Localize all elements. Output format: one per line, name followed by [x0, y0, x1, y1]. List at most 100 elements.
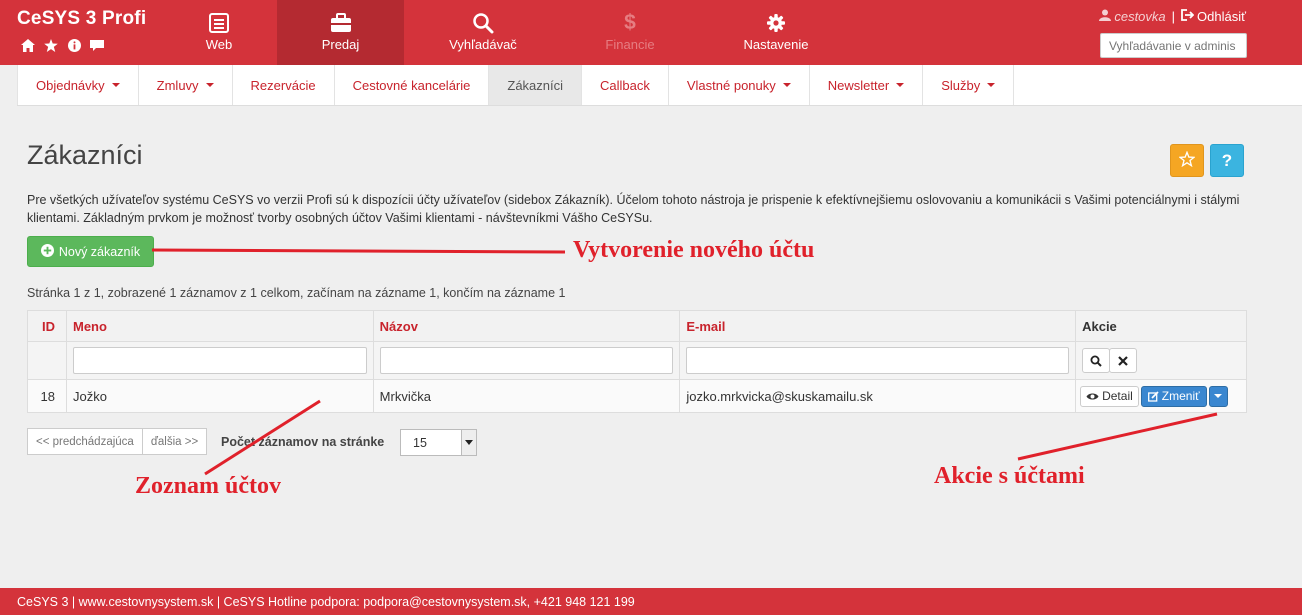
user-separator: |	[1171, 9, 1176, 24]
annotation-account-list: Zoznam účtov	[135, 473, 281, 499]
brand-title[interactable]: CeSYS 3 Profi	[17, 8, 146, 30]
annotation-line-new-account	[151, 248, 566, 254]
prev-page-button[interactable]: << predchádzajúca	[27, 428, 143, 455]
column-header-nazov[interactable]: Názov	[372, 310, 681, 342]
logout-link[interactable]: Odhlásiť	[1197, 9, 1246, 24]
edit-button[interactable]: Zmeniť	[1140, 385, 1207, 407]
nav-vyhladavac-label: Vyhľadávač	[449, 37, 517, 52]
subnav-objednavky-label: Objednávky	[36, 77, 105, 93]
per-page-select[interactable]: 15	[400, 429, 477, 456]
chevron-down-icon	[461, 430, 476, 455]
nav-financie-label: Financie	[605, 37, 655, 52]
subnav-callback[interactable]: Callback	[582, 65, 669, 105]
per-page-label: Počet záznamov na stránke	[221, 435, 385, 449]
search-icon	[1090, 355, 1102, 367]
next-page-button[interactable]: ďalšia >>	[142, 428, 208, 455]
filter-cell-actions	[1075, 341, 1247, 380]
column-header-email[interactable]: E-mail	[679, 310, 1077, 342]
column-header-akcie: Akcie	[1075, 310, 1247, 342]
nav-predaj-label: Predaj	[321, 37, 360, 52]
subnav-zakaznici-label: Zákazníci	[507, 77, 564, 93]
annotation-line-account-actions	[1017, 412, 1218, 461]
nav-web[interactable]: Web	[170, 0, 268, 65]
chevron-down-icon	[987, 83, 996, 87]
edit-icon	[1147, 390, 1159, 402]
filter-cell-id	[27, 341, 67, 380]
star-icon[interactable]	[44, 38, 58, 52]
annotation-account-actions: Akcie s účtami	[934, 463, 1085, 489]
list-icon	[208, 12, 230, 34]
eye-icon	[1086, 393, 1099, 399]
filter-nazov-input[interactable]	[379, 347, 674, 374]
comment-icon[interactable]	[90, 38, 104, 52]
cell-actions: Detail Zmeniť	[1075, 379, 1247, 413]
subnav-vlastne-ponuky-label: Vlastné ponuky	[686, 77, 776, 93]
actions-dropdown-button[interactable]	[1208, 385, 1228, 407]
subnav-newsletter-label: Newsletter	[827, 77, 890, 93]
filter-email-input[interactable]	[686, 347, 1070, 374]
column-header-meno[interactable]: Meno	[65, 310, 374, 342]
filter-meno-input[interactable]	[72, 347, 367, 374]
cell-id: 18	[27, 379, 67, 413]
gear-icon	[765, 12, 787, 34]
briefcase-icon	[330, 12, 352, 34]
nav-nastavenie-label: Nastavenie	[743, 37, 809, 52]
filter-cell-nazov	[372, 341, 681, 380]
logout-icon	[1181, 9, 1195, 24]
column-header-id[interactable]: ID	[27, 310, 67, 342]
filter-cell-email	[679, 341, 1077, 380]
subnav-sluzby[interactable]: Služby	[923, 65, 1015, 105]
cell-nazov: Mrkvička	[372, 379, 681, 413]
home-icon[interactable]	[21, 38, 35, 52]
intro-text: Pre všetkých užívateľov systému CeSYS vo…	[27, 193, 1240, 225]
chevron-down-icon	[111, 83, 120, 87]
nav-nastavenie[interactable]: Nastavenie	[736, 0, 816, 65]
filter-row	[27, 341, 1247, 380]
nav-financie: $ Financie	[590, 0, 670, 65]
subnav-sluzby-label: Služby	[941, 77, 981, 93]
chevron-down-icon	[205, 83, 214, 87]
subnav-zakaznici[interactable]: Zákazníci	[489, 65, 583, 105]
cell-email: jozko.mrkvicka@skuskamailu.sk	[679, 379, 1077, 413]
footer-text: CeSYS 3 | www.cestovnysystem.sk | CeSYS …	[17, 594, 635, 609]
subnav-cestovne-kancelarie-label: Cestovné kancelárie	[352, 77, 471, 93]
favorite-button[interactable]	[1170, 144, 1204, 177]
table-header-row: ID Meno Názov E-mail Akcie	[27, 310, 1247, 342]
new-customer-button[interactable]: Nový zákazník	[27, 236, 154, 267]
admin-search-input[interactable]	[1100, 33, 1247, 58]
user-name-link[interactable]: cestovka	[1114, 9, 1165, 24]
nav-vyhladavac[interactable]: Vyhľadávač	[433, 0, 533, 65]
top-header: CeSYS 3 Profi Web Predaj Vyhľadávač $ Fi…	[0, 0, 1302, 65]
sub-navigation: Objednávky Zmluvy Rezervácie Cestovné ka…	[17, 65, 1302, 106]
info-icon[interactable]	[67, 38, 81, 52]
filter-clear-button[interactable]	[1109, 348, 1138, 373]
annotation-new-account: Vytvorenie nového účtu	[573, 237, 815, 263]
filter-cell-meno	[65, 341, 374, 380]
subnav-vlastne-ponuky[interactable]: Vlastné ponuky	[669, 65, 810, 105]
search-icon	[472, 12, 494, 34]
new-customer-label: Nový zákazník	[58, 244, 141, 259]
filter-search-button[interactable]	[1082, 348, 1111, 373]
subnav-cestovne-kancelarie[interactable]: Cestovné kancelárie	[335, 65, 490, 105]
chevron-down-icon	[782, 83, 791, 87]
per-page-value: 15	[413, 435, 427, 450]
chevron-down-icon	[1214, 394, 1223, 398]
close-icon	[1118, 355, 1128, 366]
subnav-newsletter[interactable]: Newsletter	[810, 65, 924, 105]
subnav-rezervacie-label: Rezervácie	[250, 77, 316, 93]
dollar-icon: $	[624, 11, 636, 34]
edit-button-label: Zmeniť	[1161, 389, 1200, 403]
brand-icon-bar	[21, 38, 104, 52]
cell-meno: Jožko	[65, 379, 374, 413]
pagination: << predchádzajúca ďalšia >>	[27, 428, 208, 455]
detail-button-label: Detail	[1102, 389, 1133, 403]
subnav-objednavky[interactable]: Objednávky	[17, 65, 139, 105]
pager-info: Stránka 1 z 1, zobrazené 1 záznamov z 1 …	[27, 286, 566, 300]
subnav-zmluvy[interactable]: Zmluvy	[139, 65, 233, 105]
help-button[interactable]: ?	[1210, 144, 1244, 177]
nav-predaj[interactable]: Predaj	[277, 0, 404, 65]
detail-button[interactable]: Detail	[1080, 385, 1139, 407]
customers-table: ID Meno Názov E-mail Akcie 18 Jožko Mrkv…	[27, 310, 1247, 413]
user-box: cestovka | Odhlásiť	[1099, 9, 1246, 24]
subnav-rezervacie[interactable]: Rezervácie	[233, 65, 335, 105]
